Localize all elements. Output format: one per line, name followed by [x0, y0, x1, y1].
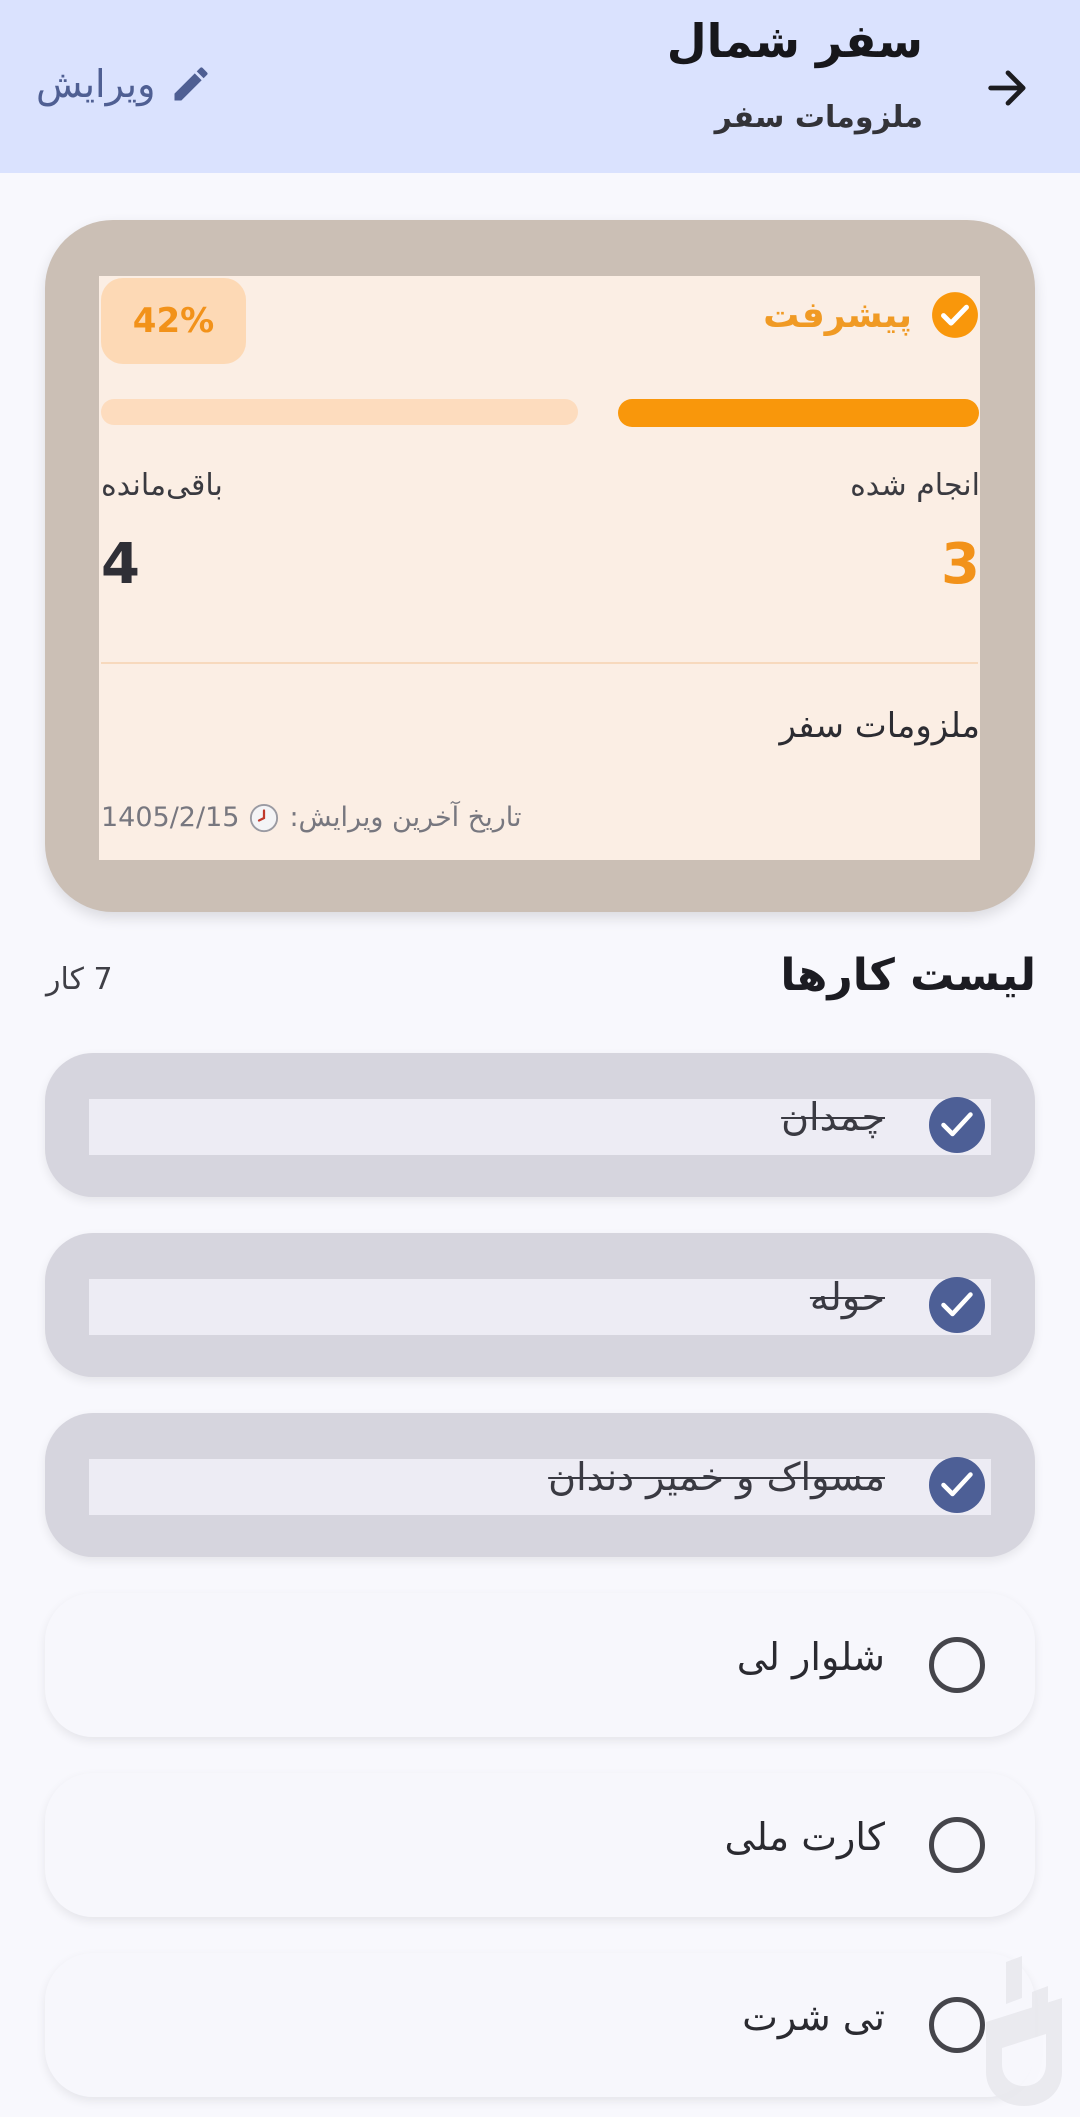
remaining-count: 4 [101, 532, 140, 597]
progress-bar-remaining [101, 399, 578, 425]
task-label: تی شرت [742, 1995, 885, 2039]
task-label: حوله [809, 1275, 885, 1319]
task-item[interactable]: چمدان [45, 1053, 1035, 1197]
task-label: مسواک و خمیر دندان [548, 1455, 885, 1499]
arrow-back-icon [988, 70, 1026, 106]
done-label: انجام شده [850, 468, 980, 503]
remaining-label: باقی‌مانده [101, 468, 223, 503]
task-checkbox-unchecked[interactable] [929, 1817, 985, 1873]
task-checkbox-unchecked[interactable] [929, 1637, 985, 1693]
edit-button[interactable]: ویرایش [36, 52, 213, 116]
task-count: 7 کار [46, 962, 113, 997]
progress-header: پیشرفت [763, 290, 980, 340]
task-item[interactable]: کارت ملی [45, 1773, 1035, 1917]
edit-button-label: ویرایش [36, 62, 156, 106]
task-item[interactable]: حوله [45, 1233, 1035, 1377]
task-checkbox-checked[interactable] [929, 1457, 985, 1513]
task-list-title: لیست کارها [780, 950, 1036, 1001]
task-checkbox-checked[interactable] [929, 1097, 985, 1153]
check-icon [941, 1112, 973, 1137]
card-divider [101, 662, 978, 664]
page-subtitle: ملزومات سفر [714, 100, 923, 135]
task-item[interactable]: مسواک و خمیر دندان [45, 1413, 1035, 1557]
task-item[interactable]: تی شرت [45, 1953, 1035, 2097]
pencil-icon [174, 67, 208, 101]
check-icon [941, 1472, 973, 1497]
done-count: 3 [941, 532, 980, 597]
card-description: ملزومات سفر [779, 706, 980, 746]
task-label: چمدان [781, 1095, 885, 1139]
last-edit-label: تاریخ آخرین ویرایش: [289, 802, 522, 833]
progress-bar-fill [618, 399, 979, 427]
progress-card-content [99, 276, 980, 860]
task-item[interactable]: شلوار لی [45, 1593, 1035, 1737]
check-circle-icon [932, 292, 978, 338]
task-label: شلوار لی [736, 1635, 885, 1679]
last-edit-date: 1405/2/15 [101, 802, 240, 833]
back-button[interactable] [960, 40, 1056, 136]
clock-icon [250, 803, 279, 832]
task-label: کارت ملی [724, 1815, 885, 1859]
check-icon [941, 1292, 973, 1317]
last-edit-info: 1405/2/15 تاریخ آخرین ویرایش: [101, 802, 521, 833]
page-title: سفر شمال [666, 14, 923, 68]
progress-percent-badge: 42% [101, 278, 246, 364]
app-bar: سفر شمال ملزومات سفر ویرایش [0, 0, 1080, 173]
task-checkbox-checked[interactable] [929, 1277, 985, 1333]
progress-label: پیشرفت [763, 294, 912, 336]
store-logo-icon [986, 1956, 1062, 2106]
